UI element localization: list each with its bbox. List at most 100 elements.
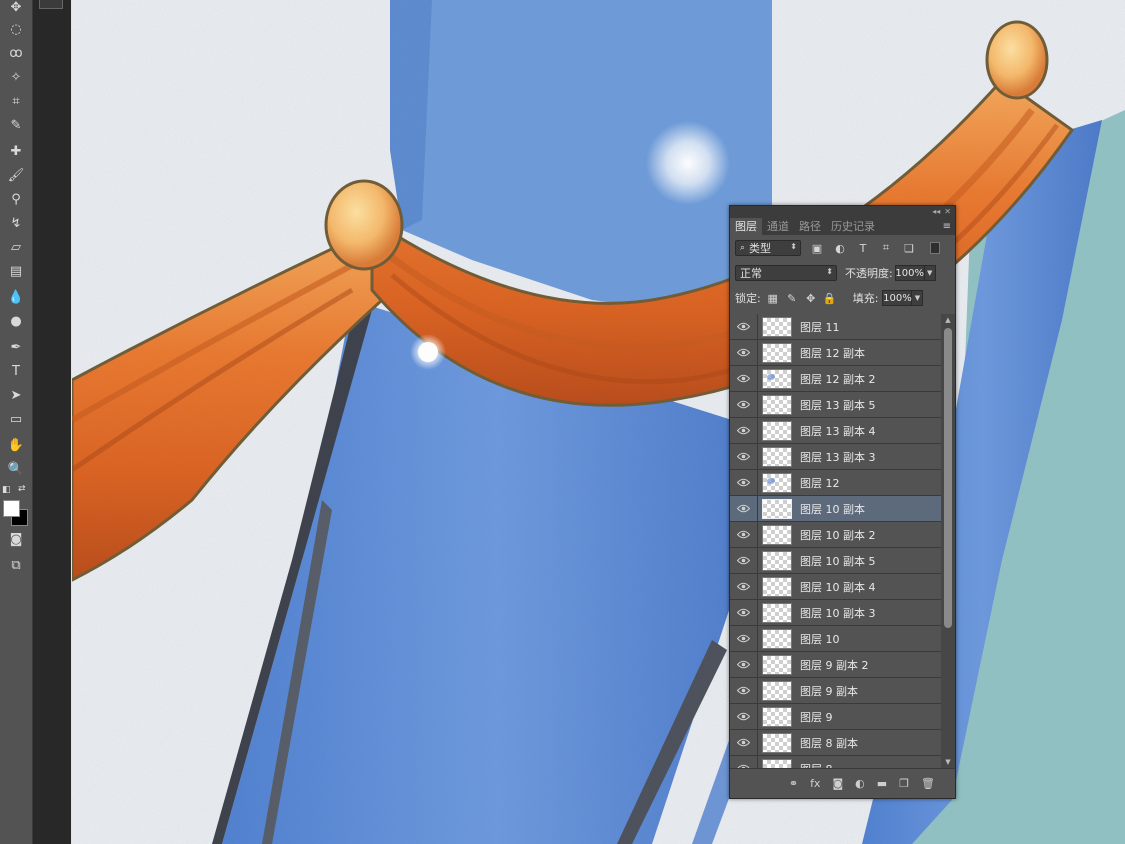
scrollbar-thumb[interactable] bbox=[944, 328, 952, 628]
layer-row[interactable]: 图层 13 副本 3 bbox=[730, 444, 941, 470]
swap-colors-icon[interactable]: ⇄ bbox=[18, 484, 26, 494]
rectangle-tool-icon[interactable]: ▭ bbox=[4, 408, 28, 430]
zoom-tool-icon[interactable]: 🔍 bbox=[4, 458, 28, 480]
layer-row[interactable]: 图层 9 bbox=[730, 704, 941, 730]
new-layer-icon[interactable]: ❐ bbox=[899, 777, 909, 790]
layer-row[interactable]: 图层 12 副本 bbox=[730, 340, 941, 366]
foreground-color-swatch[interactable] bbox=[3, 500, 20, 517]
scroll-up-icon[interactable]: ▲ bbox=[941, 314, 955, 326]
type-tool-icon[interactable]: T bbox=[4, 360, 28, 382]
tab-paths[interactable]: 路径 bbox=[794, 218, 826, 235]
document-canvas[interactable] bbox=[72, 0, 1125, 844]
eraser-tool-icon[interactable]: ▱ bbox=[4, 236, 28, 258]
layer-row[interactable]: 图层 8 bbox=[730, 756, 941, 768]
quick-mask-icon[interactable]: ◙ bbox=[4, 528, 28, 550]
visibility-eye-icon[interactable] bbox=[730, 418, 758, 443]
dodge-tool-icon[interactable]: ● bbox=[4, 310, 28, 332]
panel-menu-icon[interactable]: ≡ bbox=[943, 221, 951, 232]
visibility-eye-icon[interactable] bbox=[730, 704, 758, 729]
visibility-eye-icon[interactable] bbox=[730, 496, 758, 521]
blend-mode-select[interactable]: 正常 ⬍ bbox=[735, 265, 837, 281]
pen-tool-icon[interactable]: ✒ bbox=[4, 336, 28, 358]
panel-title-bar[interactable]: ◂◂ ✕ bbox=[730, 206, 955, 218]
visibility-eye-icon[interactable] bbox=[730, 652, 758, 677]
visibility-eye-icon[interactable] bbox=[730, 470, 758, 495]
move-tool-icon[interactable]: ✥ bbox=[4, 0, 28, 18]
opacity-input[interactable]: 100% bbox=[894, 265, 925, 281]
filter-pixel-icon[interactable]: ▣ bbox=[810, 241, 824, 255]
close-panel-icon[interactable]: ✕ bbox=[944, 208, 951, 216]
fx-icon[interactable]: fx bbox=[810, 777, 820, 790]
filter-kind-select[interactable]: ⌕ 类型 ⬍ bbox=[735, 240, 801, 256]
visibility-eye-icon[interactable] bbox=[730, 600, 758, 625]
visibility-eye-icon[interactable] bbox=[730, 574, 758, 599]
filter-toggle-switch[interactable] bbox=[930, 242, 940, 254]
layer-row[interactable]: 图层 10 副本 2 bbox=[730, 522, 941, 548]
visibility-eye-icon[interactable] bbox=[730, 678, 758, 703]
visibility-eye-icon[interactable] bbox=[730, 626, 758, 651]
scroll-down-icon[interactable]: ▼ bbox=[941, 756, 955, 768]
tab-layers[interactable]: 图层 bbox=[730, 218, 762, 235]
visibility-eye-icon[interactable] bbox=[730, 340, 758, 365]
visibility-eye-icon[interactable] bbox=[730, 548, 758, 573]
lock-position-icon[interactable]: ✥ bbox=[804, 291, 818, 305]
visibility-eye-icon[interactable] bbox=[730, 522, 758, 547]
layer-row[interactable]: 图层 13 副本 4 bbox=[730, 418, 941, 444]
visibility-eye-icon[interactable] bbox=[730, 366, 758, 391]
blur-tool-icon[interactable]: 💧 bbox=[4, 286, 28, 308]
eyedropper-tool-icon[interactable]: ✎ bbox=[4, 114, 28, 136]
path-selection-tool-icon[interactable]: ➤ bbox=[4, 384, 28, 406]
lasso-tool-icon[interactable]: ꝏ bbox=[4, 42, 28, 64]
fill-input[interactable]: 100% bbox=[882, 290, 913, 306]
marquee-tool-icon[interactable]: ◌ bbox=[4, 18, 28, 40]
gradient-tool-icon[interactable]: ▤ bbox=[4, 260, 28, 282]
brush-tool-icon[interactable]: 🖌 bbox=[4, 164, 28, 186]
layer-row[interactable]: 图层 10 副本 3 bbox=[730, 600, 941, 626]
visibility-eye-icon[interactable] bbox=[730, 392, 758, 417]
history-brush-tool-icon[interactable]: ↯ bbox=[4, 212, 28, 234]
thumbnail-content bbox=[767, 477, 775, 484]
hand-tool-icon[interactable]: ✋ bbox=[4, 434, 28, 456]
magic-wand-tool-icon[interactable]: ✧ bbox=[4, 66, 28, 88]
visibility-eye-icon[interactable] bbox=[730, 756, 758, 768]
folder-icon[interactable]: ▬ bbox=[877, 777, 887, 790]
collapse-panel-icon[interactable]: ◂◂ bbox=[932, 208, 940, 216]
lock-image-pixels-icon[interactable]: ✎ bbox=[785, 291, 799, 305]
crop-tool-icon[interactable]: ⌗ bbox=[4, 90, 28, 112]
layer-row[interactable]: 图层 10 副本 bbox=[730, 496, 941, 522]
clone-stamp-tool-icon[interactable]: ⚲ bbox=[4, 188, 28, 210]
link-icon[interactable]: ⚭ bbox=[789, 777, 798, 790]
filter-shape-icon[interactable]: ⌗ bbox=[879, 241, 893, 255]
layer-row[interactable]: 图层 11 bbox=[730, 314, 941, 340]
layer-name: 图层 8 副本 bbox=[800, 736, 858, 750]
fill-dropdown-arrow-icon[interactable]: ▼ bbox=[912, 290, 924, 306]
adjustment-icon[interactable]: ◐ bbox=[855, 777, 865, 790]
filter-smart-object-icon[interactable]: ❏ bbox=[902, 241, 916, 255]
panel-collapse-tab[interactable] bbox=[39, 0, 63, 9]
layer-row[interactable]: 图层 12 bbox=[730, 470, 941, 496]
default-colors-icon[interactable]: ◧ bbox=[2, 485, 11, 495]
lock-all-icon[interactable]: 🔒 bbox=[823, 291, 837, 305]
visibility-eye-icon[interactable] bbox=[730, 730, 758, 755]
healing-brush-tool-icon[interactable]: ✚ bbox=[4, 140, 28, 162]
layer-row[interactable]: 图层 10 副本 4 bbox=[730, 574, 941, 600]
filter-type-icon[interactable]: T bbox=[856, 241, 870, 255]
layer-row[interactable]: 图层 13 副本 5 bbox=[730, 392, 941, 418]
screen-mode-icon[interactable]: ⧉ bbox=[4, 554, 28, 576]
layer-row[interactable]: 图层 12 副本 2 bbox=[730, 366, 941, 392]
layers-scrollbar[interactable]: ▲ ▼ bbox=[941, 314, 955, 768]
layer-row[interactable]: 图层 10 副本 5 bbox=[730, 548, 941, 574]
tab-channels[interactable]: 通道 bbox=[762, 218, 794, 235]
filter-adjustment-icon[interactable]: ◐ bbox=[833, 241, 847, 255]
layer-row[interactable]: 图层 10 bbox=[730, 626, 941, 652]
opacity-dropdown-arrow-icon[interactable]: ▼ bbox=[924, 265, 936, 281]
mask-icon[interactable]: ◙ bbox=[832, 777, 843, 790]
layer-row[interactable]: 图层 9 副本 2 bbox=[730, 652, 941, 678]
layer-row[interactable]: 图层 8 副本 bbox=[730, 730, 941, 756]
trash-icon[interactable]: 🗑 bbox=[921, 777, 935, 790]
layer-row[interactable]: 图层 9 副本 bbox=[730, 678, 941, 704]
visibility-eye-icon[interactable] bbox=[730, 314, 758, 339]
tab-history[interactable]: 历史记录 bbox=[826, 218, 880, 235]
lock-transparent-pixels-icon[interactable]: ▦ bbox=[766, 291, 780, 305]
visibility-eye-icon[interactable] bbox=[730, 444, 758, 469]
